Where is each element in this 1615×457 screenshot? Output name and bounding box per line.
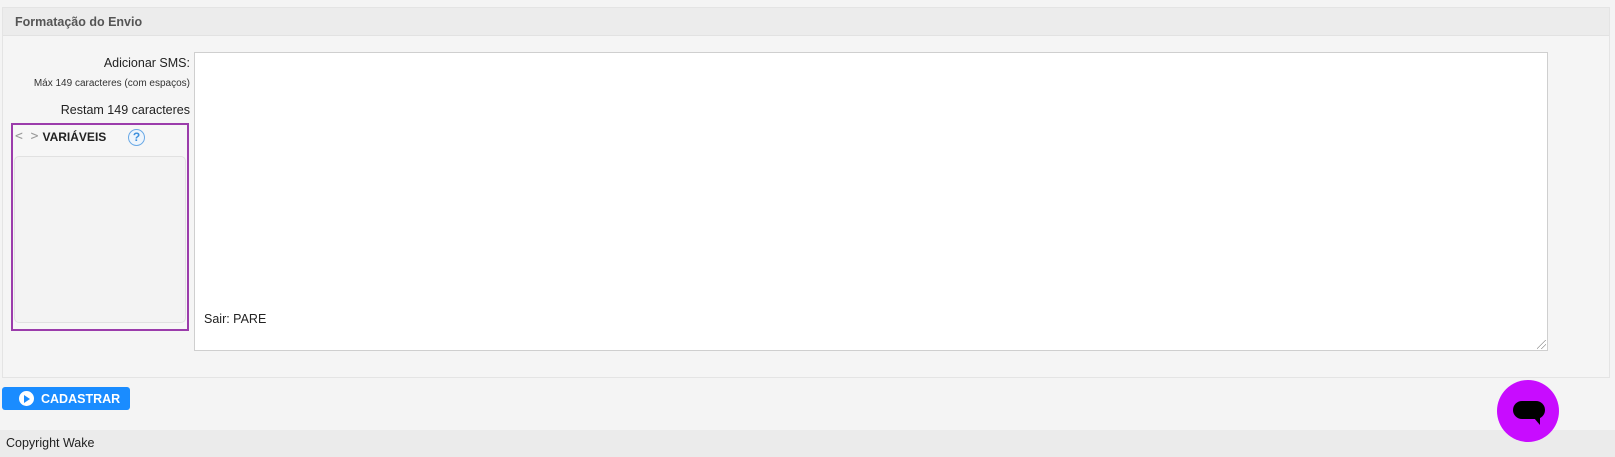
variables-list[interactable] — [14, 156, 186, 323]
sms-message-textarea[interactable]: Sair: PARE — [194, 52, 1548, 351]
page-footer: Copyright Wake — [0, 430, 1615, 457]
variables-box: < > VARIÁVEIS ? — [11, 123, 189, 331]
panel-title: Formatação do Envio — [15, 14, 143, 29]
chat-button[interactable] — [1497, 380, 1559, 442]
code-brackets-icon: < > — [15, 129, 39, 144]
resize-handle-icon[interactable] — [1537, 340, 1546, 349]
remaining-chars-counter: Restam 149 caracteres — [60, 103, 190, 117]
cadastrar-button[interactable]: CADASTRAR — [2, 387, 130, 410]
add-sms-label: Adicionar SMS: — [103, 56, 190, 70]
help-icon[interactable]: ? — [128, 129, 145, 146]
variables-header: < > VARIÁVEIS — [15, 129, 106, 144]
panel-header: Formatação do Envio — [3, 8, 1609, 36]
play-circle-icon — [19, 391, 34, 406]
variables-title: VARIÁVEIS — [42, 129, 107, 144]
formatting-panel: Formatação do Envio Adicionar SMS: Máx 1… — [2, 7, 1610, 378]
opt-out-text: Sair: PARE — [204, 312, 267, 326]
copyright-text: Copyright Wake — [6, 436, 95, 450]
cadastrar-button-label: CADASTRAR — [41, 391, 121, 406]
chat-bubble-icon — [1513, 401, 1545, 425]
max-chars-hint: Máx 149 caracteres (com espaços) — [33, 78, 190, 89]
